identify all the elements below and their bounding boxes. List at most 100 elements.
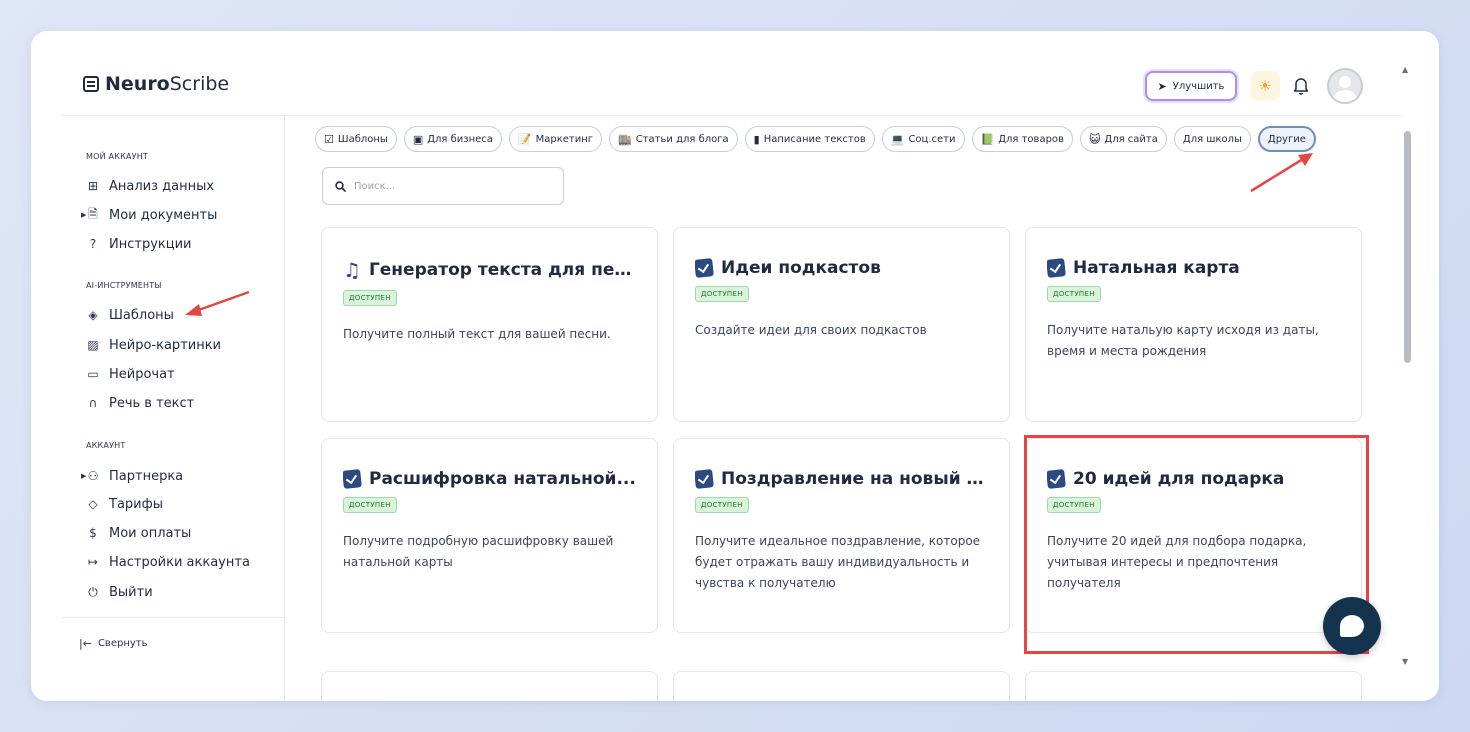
collapse-icon: |← xyxy=(79,637,92,650)
sidebar-item-templates[interactable]: ◈ Шаблоны xyxy=(86,305,174,325)
template-card-natal-decoding[interactable]: Расшифровка натальной... ДОСТУПЕН Получи… xyxy=(321,438,658,633)
template-card-gift-ideas[interactable]: 20 идей для подарка ДОСТУПЕН Получите 20… xyxy=(1025,438,1362,633)
chip-website[interactable]: 😺 Для сайта xyxy=(1079,126,1167,152)
card-description: Получите 20 идей для подбора подарка, уч… xyxy=(1047,534,1307,590)
notifications-button[interactable] xyxy=(1289,73,1313,99)
theme-toggle-button[interactable]: ☀ xyxy=(1250,71,1280,101)
template-card-podcast-ideas[interactable]: Идеи подкастов ДОСТУПЕН Создайте идеи дл… xyxy=(673,227,1010,422)
check-icon xyxy=(695,258,714,278)
sidebar-item-tariffs[interactable]: ◇ Тарифы xyxy=(86,494,163,514)
logo-icon xyxy=(83,76,99,92)
status-badge: ДОСТУПЕН xyxy=(695,497,749,513)
card-description: Создайте идеи для своих подкастов xyxy=(695,323,927,337)
caret-right-icon: ▶ xyxy=(81,472,87,480)
music-icon: ♫ xyxy=(343,258,361,282)
sidebar-item-speech-to-text[interactable]: ∩ Речь в текст xyxy=(86,393,195,413)
collapse-sidebar-button[interactable]: |← Свернуть xyxy=(79,637,148,650)
section-label-profile: АККАУНТ xyxy=(86,441,126,450)
template-card-partial[interactable] xyxy=(1025,671,1362,701)
sun-icon: ☀ xyxy=(1258,77,1272,95)
headphones-icon: ∩ xyxy=(88,396,98,410)
check-icon xyxy=(695,469,714,489)
help-circle-icon: ? xyxy=(89,237,97,251)
card-title: Идеи подкастов xyxy=(721,258,881,278)
chip-marketing[interactable]: 📝 Маркетинг xyxy=(508,126,603,152)
template-card-partial[interactable] xyxy=(673,671,1010,701)
template-card-new-year-greeting[interactable]: Поздравление на новый год ДОСТУПЕН Получ… xyxy=(673,438,1010,633)
chip-social[interactable]: 💻 Соц.сети xyxy=(881,126,965,152)
card-description: Получите идеальное поздравление, которое… xyxy=(695,534,981,590)
users-icon: ⚇ xyxy=(87,469,99,483)
sidebar-item-instructions[interactable]: ? Инструкции xyxy=(86,234,192,254)
avatar[interactable] xyxy=(1327,68,1363,104)
sidebar: МОЙ АККАУНТ ⊞ Анализ данных ▶ 🗎 Мои доку… xyxy=(31,116,285,701)
brand-regular: Scribe xyxy=(169,73,230,95)
rocket-icon: ➤ xyxy=(1157,79,1167,93)
status-badge: ДОСТУПЕН xyxy=(1047,286,1101,302)
document-icon: 🗎 xyxy=(88,206,98,221)
sidebar-item-documents[interactable]: ▶ 🗎 Мои документы xyxy=(81,205,217,225)
checkbox-icon: ☑ xyxy=(324,132,334,146)
sidebar-divider xyxy=(61,617,285,618)
card-title: Расшифровка натальной... xyxy=(369,469,636,489)
card-title: 20 идей для подарка xyxy=(1073,469,1285,489)
chat-icon: ▭ xyxy=(87,367,99,381)
dollar-icon: $ xyxy=(89,526,97,540)
chip-products[interactable]: 📗 Для товаров xyxy=(971,126,1073,152)
calendar-icon: ▣ xyxy=(412,132,424,146)
chip-business[interactable]: ▣ Для бизнеса xyxy=(403,126,502,152)
store-icon: 🏬 xyxy=(618,132,632,146)
check-icon xyxy=(1047,469,1066,489)
phone-icon: ▮ xyxy=(753,132,760,146)
app-window: NeuroScribe ➤ Улучшить ☀ МОЙ АККАУНТ ⊞ А… xyxy=(31,31,1439,701)
search-input[interactable] xyxy=(354,180,544,192)
status-badge: ДОСТУПЕН xyxy=(695,286,749,302)
annotation-arrow-icon xyxy=(1250,153,1313,193)
search-box[interactable] xyxy=(322,167,564,205)
template-card-partial[interactable] xyxy=(321,671,658,701)
scroll-up-icon[interactable]: ▲ xyxy=(1402,65,1408,74)
check-icon xyxy=(343,469,362,489)
sidebar-item-neuro-images[interactable]: ▨ Нейро-картинки xyxy=(86,335,221,355)
status-badge: ДОСТУПЕН xyxy=(343,290,397,306)
template-card-natal-chart[interactable]: Натальная карта ДОСТУПЕН Получите наталь… xyxy=(1025,227,1362,422)
sidebar-item-analytics[interactable]: ⊞ Анализ данных xyxy=(86,176,214,196)
card-description: Получите полный текст для вашей песни. xyxy=(343,327,611,341)
image-icon: ▨ xyxy=(87,338,99,352)
scrollbar-thumb[interactable] xyxy=(1404,131,1411,363)
book-icon: 📗 xyxy=(980,132,995,146)
power-icon: ⏻ xyxy=(88,584,98,599)
search-icon xyxy=(335,180,346,192)
card-description: Получите подробную расшифровку вашей нат… xyxy=(343,534,614,569)
scroll-down-icon[interactable]: ▼ xyxy=(1402,657,1408,666)
cat-icon: 😺 xyxy=(1088,132,1101,146)
tag-icon: ◇ xyxy=(88,497,98,511)
sidebar-item-payments[interactable]: $ Мои оплаты xyxy=(86,523,191,543)
sidebar-item-partner[interactable]: ▶ ⚇ Партнерка xyxy=(81,466,183,486)
template-card-song-lyrics[interactable]: ♫ Генератор текста для песни ДОСТУПЕН Пол… xyxy=(321,227,658,422)
sidebar-item-logout[interactable]: ⏻ Выйти xyxy=(86,582,152,602)
chip-blog-articles[interactable]: 🏬 Статьи для блога xyxy=(609,126,738,152)
caret-right-icon: ▶ xyxy=(81,211,87,219)
chip-templates[interactable]: ☑ Шаблоны xyxy=(315,126,397,152)
laptop-icon: 💻 xyxy=(890,132,905,146)
settings-exit-icon: ↦ xyxy=(87,555,99,569)
section-label-account: МОЙ АККАУНТ xyxy=(86,152,149,161)
sidebar-item-neurochat[interactable]: ▭ Нейрочат xyxy=(86,364,174,384)
brand-bold: Neuro xyxy=(105,73,170,95)
memo-icon: 📝 xyxy=(517,132,532,146)
card-description: Получите натальую карту исходя из даты, … xyxy=(1047,323,1319,358)
brand-logo[interactable]: NeuroScribe xyxy=(83,73,229,95)
upgrade-button[interactable]: ➤ Улучшить xyxy=(1145,71,1237,101)
category-chips: ☑ Шаблоны ▣ Для бизнеса 📝 Маркетинг 🏬 Статьи… xyxy=(315,126,1316,152)
status-badge: ДОСТУПЕН xyxy=(343,497,397,513)
card-title: Генератор текста для песни xyxy=(368,260,636,280)
check-icon xyxy=(1047,258,1066,278)
bell-icon xyxy=(1293,78,1309,95)
chip-copywriting[interactable]: ▮ Написание текстов xyxy=(744,126,875,152)
status-badge: ДОСТУПЕН xyxy=(1047,497,1101,513)
sidebar-item-account-settings[interactable]: ↦ Настройки аккаунта xyxy=(86,552,250,572)
chip-other[interactable]: Другие xyxy=(1257,126,1316,152)
chip-school[interactable]: Для школы xyxy=(1173,126,1251,152)
chat-support-button[interactable] xyxy=(1323,597,1381,655)
